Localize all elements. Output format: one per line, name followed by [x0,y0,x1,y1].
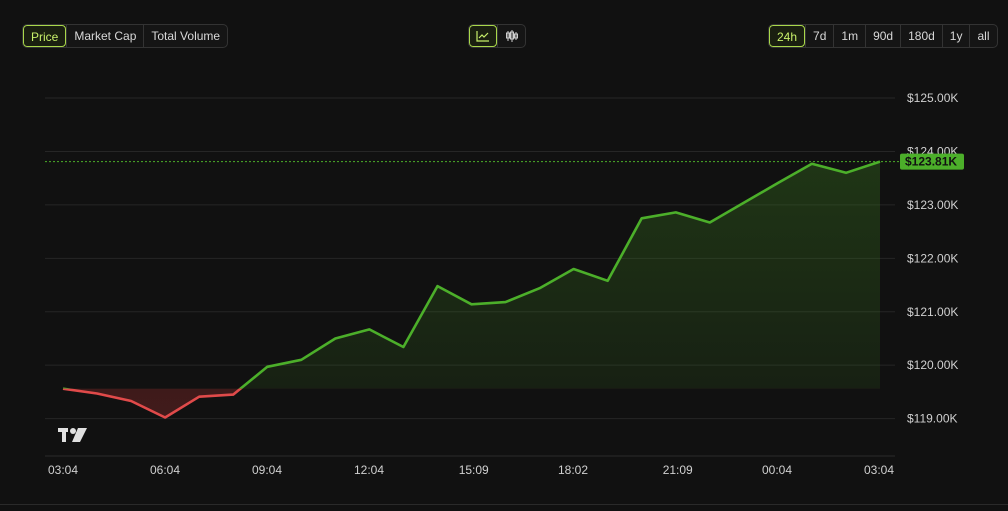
area-above-baseline [240,161,880,389]
y-tick-label: $123.00K [907,198,958,212]
current-price-tag-label: $123.81K [905,155,957,169]
x-axis: 03:04 06:04 09:04 12:04 15:09 18:02 21:09 00:04… [48,463,894,477]
tradingview-logo [58,428,87,442]
current-price-tag: $123.81K [900,153,964,170]
y-tick-label: $122.00K [907,251,958,265]
x-tick-label: 03:04 [48,463,78,477]
bottom-divider [0,504,1008,505]
x-tick-label: 03:04 [864,463,894,477]
y-tick-label: $121.00K [907,305,958,319]
x-tick-label: 00:04 [762,463,792,477]
x-tick-label: 12:04 [354,463,384,477]
price-area [63,161,880,418]
x-tick-label: 18:02 [558,463,588,477]
y-axis: $125.00K$124.00K$123.00K$122.00K$121.00K… [907,91,958,426]
price-chart: $125.00K$124.00K$123.00K$122.00K$121.00K… [45,91,964,477]
x-tick-label: 21:09 [663,463,693,477]
x-tick-label: 15:09 [459,463,489,477]
y-tick-label: $120.00K [907,358,958,372]
y-tick-label: $125.00K [907,91,958,105]
x-tick-label: 09:04 [252,463,282,477]
y-tick-label: $119.00K [907,412,958,426]
x-tick-label: 06:04 [150,463,180,477]
